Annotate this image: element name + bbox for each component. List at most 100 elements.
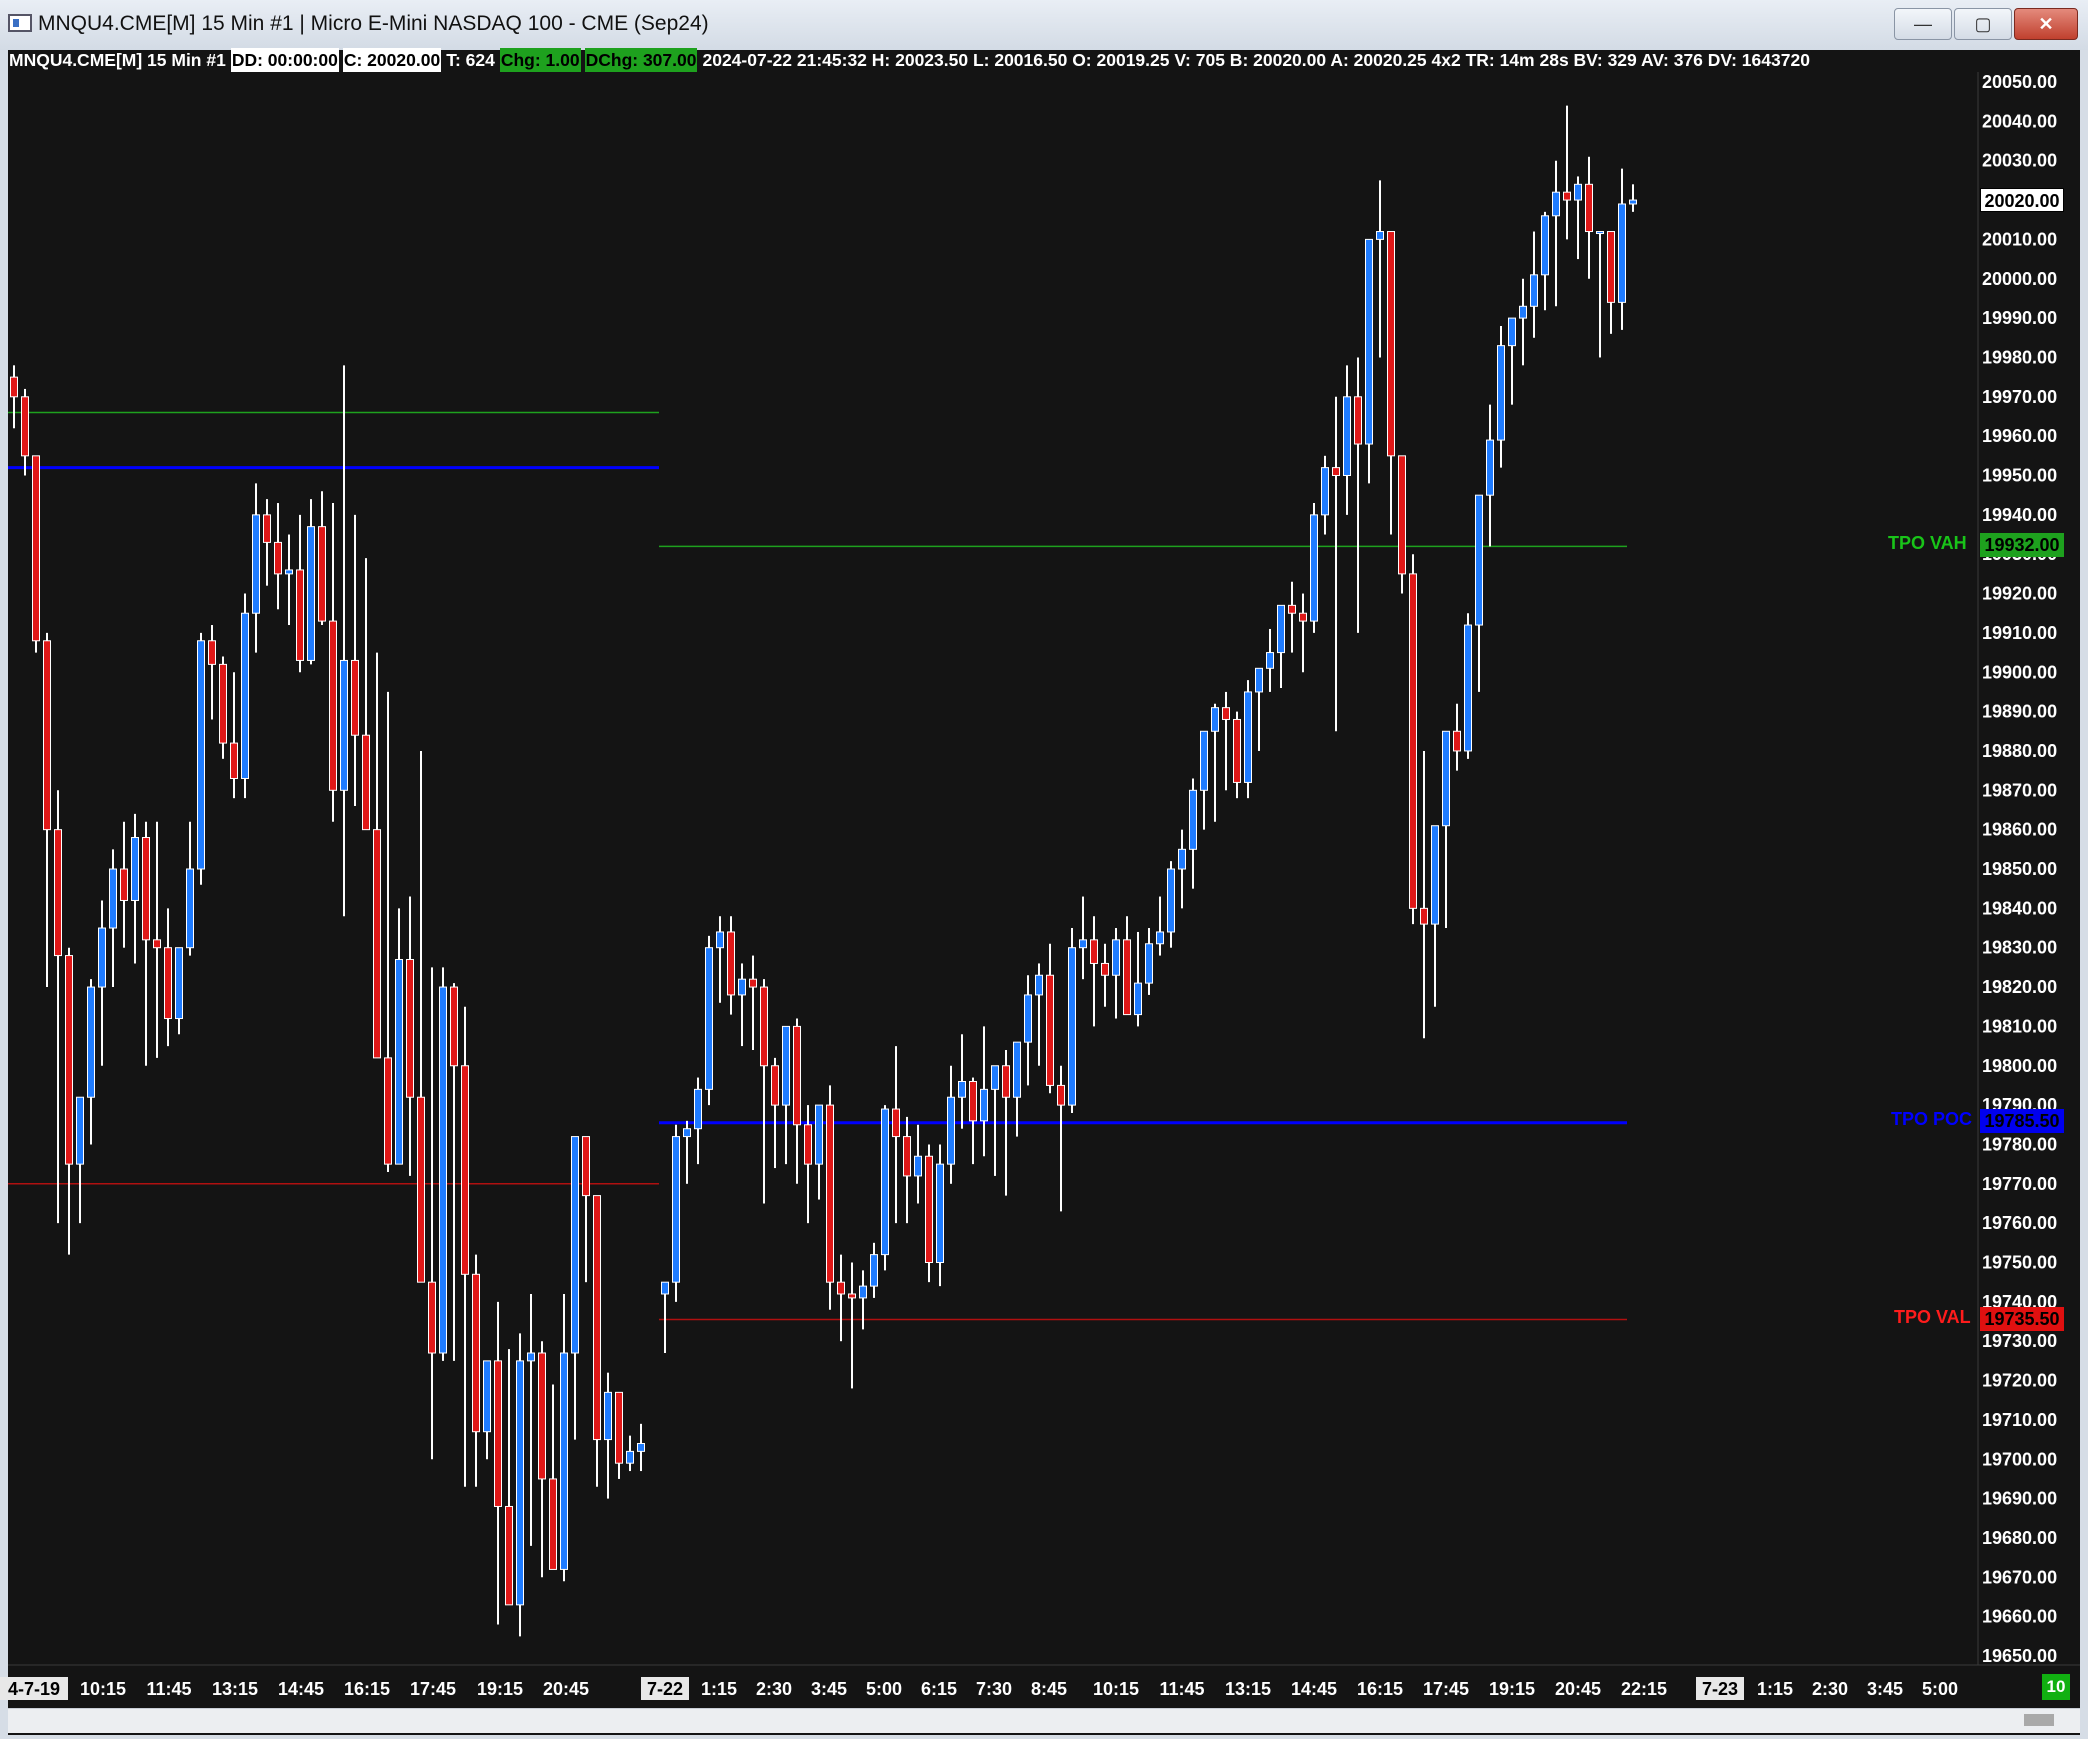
price-tick-label: 19650.00 [1982, 1646, 2057, 1666]
candle [1211, 703, 1219, 822]
down-candle-body [10, 376, 18, 398]
price-chart[interactable]: 20050.00 20040.00 20030.00 20020.00 20010.00… [0, 0, 2088, 1739]
candle [120, 821, 128, 948]
price-tick-label: 19860.00 [1982, 820, 2057, 840]
date-marker-label: 7-22 [647, 1679, 683, 1699]
price-tick-label: 19700.00 [1982, 1449, 2057, 1469]
candle [1134, 931, 1142, 1027]
down-candle-body [461, 1065, 469, 1275]
date-marker-label: 4-7-19 [8, 1679, 60, 1699]
down-candle-body [1046, 974, 1054, 1086]
down-candle-body [54, 829, 62, 957]
price-tick-label: 20000.00 [1982, 269, 2057, 289]
candle [892, 1046, 900, 1224]
down-candle-body [1233, 718, 1241, 783]
candle [1497, 325, 1505, 468]
price-tick-label: 19770.00 [1982, 1174, 2057, 1194]
down-candle-body [32, 455, 40, 642]
price-tick-label: 19910.00 [1982, 623, 2057, 643]
up-candle-body [1464, 624, 1472, 752]
candle [1530, 231, 1538, 338]
down-candle-body [1585, 183, 1593, 233]
candle [1332, 396, 1340, 732]
up-candle-body [1519, 305, 1527, 319]
time-tick-label: 1:15 [1757, 1679, 1793, 1699]
candle [296, 514, 304, 673]
price-tick-label: 19870.00 [1982, 780, 2057, 800]
price-tick-label: 19690.00 [1982, 1489, 2057, 1509]
price-tick-label: 19940.00 [1982, 505, 2057, 525]
candle [395, 908, 403, 1165]
price-tick-label: 19830.00 [1982, 938, 2057, 958]
down-candle-body [1090, 939, 1098, 964]
candle [1541, 211, 1549, 311]
candle [1629, 184, 1637, 212]
up-candle-body [340, 659, 348, 791]
up-candle-body [1365, 238, 1373, 445]
up-candle-body [560, 1352, 568, 1570]
tpo-poc-label: TPO POC [1891, 1109, 1973, 1129]
candle [230, 672, 238, 799]
down-candle-body [219, 663, 227, 744]
down-candle-body [329, 620, 337, 791]
down-candle-body [1222, 707, 1230, 720]
candle [1277, 604, 1285, 688]
price-tick-label: 19990.00 [1982, 308, 2057, 328]
candle [527, 1293, 535, 1546]
candle [1178, 829, 1186, 909]
candle [848, 1262, 856, 1389]
candle [582, 1136, 590, 1283]
down-candle-body [969, 1080, 977, 1122]
candle [1101, 943, 1109, 1007]
down-candle-body [1299, 612, 1307, 622]
candle [10, 365, 18, 429]
candle [307, 499, 315, 665]
candle [694, 1077, 702, 1165]
candle [705, 935, 713, 1106]
candle [351, 514, 359, 807]
up-candle-body [815, 1104, 823, 1165]
candle [318, 491, 326, 626]
up-candle-body [947, 1096, 955, 1165]
candle [483, 1360, 491, 1460]
up-candle-body [1618, 203, 1626, 303]
candle [76, 1096, 84, 1224]
up-candle-body [716, 931, 724, 949]
up-candle-body [1035, 974, 1043, 996]
candle [153, 821, 161, 1058]
candle [164, 908, 172, 1047]
time-tick-label: 14:45 [278, 1679, 324, 1699]
up-candle-body [131, 837, 139, 901]
price-axis[interactable]: 20050.0020040.0020030.0020020.0020010.00… [1982, 72, 2057, 1666]
up-candle-body [1310, 514, 1318, 622]
down-candle-body [749, 978, 757, 988]
up-candle-body [483, 1360, 491, 1433]
candle [32, 455, 40, 653]
price-tick-label: 19970.00 [1982, 387, 2057, 407]
candle [683, 1120, 691, 1184]
down-candle-body [1563, 191, 1571, 201]
candle [716, 916, 724, 1003]
candle [1189, 778, 1197, 889]
info-dd: DD: 00:00:00 [230, 48, 339, 72]
time-axis[interactable]: 4-7-19 10:15 11:45 13:15 14:45 16:15 17:45 19:1… [0, 1677, 1958, 1700]
down-candle-body [230, 742, 238, 779]
candle [1244, 680, 1252, 799]
price-tick-label: 19980.00 [1982, 347, 2057, 367]
candle [626, 1435, 634, 1472]
price-tick-label: 19890.00 [1982, 702, 2057, 722]
candle [615, 1391, 623, 1479]
down-candle-body [164, 947, 172, 1020]
candle [672, 1124, 680, 1302]
candle [1068, 928, 1076, 1113]
time-tick-label: 3:45 [1867, 1679, 1903, 1699]
candle [1079, 896, 1087, 980]
candle [837, 1254, 845, 1342]
up-candle-body [285, 569, 293, 575]
candle [1607, 231, 1615, 334]
candle [1266, 628, 1274, 692]
candle [593, 1195, 601, 1487]
candle [1365, 238, 1373, 484]
up-candle-body [1475, 494, 1483, 626]
up-candle-body [991, 1065, 999, 1090]
